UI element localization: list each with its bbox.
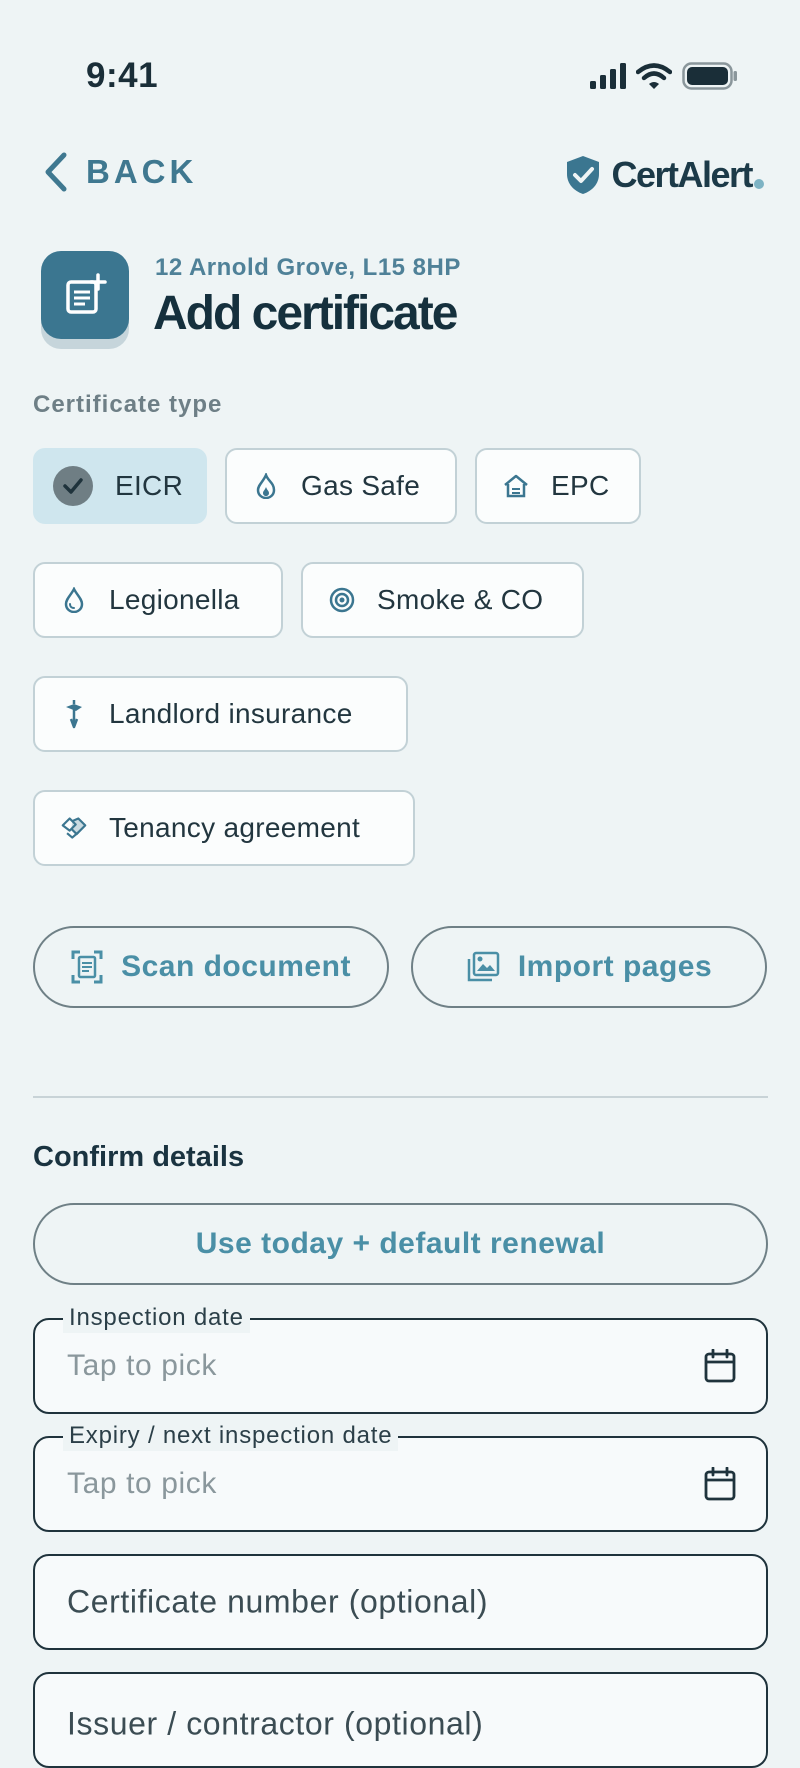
chip-landlord-insurance[interactable]: Landlord insurance	[33, 676, 408, 752]
issuer-field[interactable]: Issuer / contractor (optional)	[33, 1672, 768, 1768]
chip-label: Legionella	[109, 584, 240, 615]
import-pages-label: Import pages	[517, 950, 713, 983]
inspection-date-placeholder: Tap to pick	[67, 1349, 218, 1382]
signal-icon	[590, 63, 626, 89]
back-button[interactable]: BACK	[44, 152, 197, 192]
calendar-icon[interactable]	[704, 1467, 736, 1501]
handshake-icon	[61, 815, 87, 841]
expiry-date-placeholder: Tap to pick	[67, 1467, 218, 1500]
certificate-number-field[interactable]: Certificate number (optional)	[33, 1554, 768, 1650]
expiry-date-field[interactable]: Expiry / next inspection date Tap to pic…	[33, 1421, 768, 1532]
chip-label: Landlord insurance	[109, 698, 353, 729]
calendar-icon[interactable]	[704, 1349, 736, 1383]
add-document-icon	[41, 251, 129, 339]
house-icon	[503, 473, 529, 499]
umbrella-icon	[61, 700, 87, 729]
brand-logo: CertAlert	[565, 154, 764, 196]
alarm-icon	[329, 587, 355, 613]
chip-label: Smoke & CO	[377, 584, 544, 615]
page-title: Add certificate	[153, 287, 458, 340]
gallery-icon	[467, 951, 500, 982]
chip-eicr[interactable]: EICR	[33, 448, 207, 524]
status-icons	[590, 62, 738, 90]
chip-label: EPC	[551, 470, 610, 501]
flame-icon	[253, 473, 279, 499]
chevron-left-icon	[45, 152, 67, 192]
chip-epc[interactable]: EPC	[475, 448, 641, 524]
wifi-icon	[636, 63, 672, 89]
scan-document-button[interactable]: Scan document	[33, 926, 389, 1008]
scan-icon	[71, 950, 103, 984]
issuer-placeholder: Issuer / contractor (optional)	[67, 1705, 484, 1742]
section-divider	[33, 1096, 768, 1098]
droplet-icon	[61, 587, 87, 613]
battery-icon	[682, 62, 737, 90]
certificate-type-label: Certificate type	[33, 391, 223, 418]
import-pages-button[interactable]: Import pages	[411, 926, 767, 1008]
inspection-date-label: Inspection date	[63, 1303, 250, 1333]
chip-label: Gas Safe	[301, 470, 421, 501]
inspection-date-field[interactable]: Inspection date Tap to pick	[33, 1303, 768, 1414]
status-time: 9:41	[86, 56, 159, 95]
certificate-number-placeholder: Certificate number (optional)	[67, 1583, 489, 1620]
check-icon	[53, 466, 93, 506]
chip-legionella[interactable]: Legionella	[33, 562, 283, 638]
brand-dot	[754, 179, 764, 189]
confirm-details-heading: Confirm details	[33, 1141, 245, 1173]
expiry-date-label: Expiry / next inspection date	[63, 1421, 399, 1451]
chip-smoke-co[interactable]: Smoke & CO	[301, 562, 584, 638]
property-address: 12 Arnold Grove, L15 8HP	[155, 254, 461, 281]
chip-label: EICR	[115, 470, 184, 501]
shield-check-icon	[567, 156, 600, 194]
back-label: BACK	[86, 153, 198, 190]
chip-gas-safe[interactable]: Gas Safe	[225, 448, 457, 524]
use-default-renewal-button[interactable]: Use today + default renewal	[33, 1203, 768, 1285]
brand-name: CertAlert	[611, 154, 753, 195]
chip-label: Tenancy agreement	[109, 812, 361, 843]
scan-document-label: Scan document	[121, 950, 351, 983]
chip-tenancy-agreement[interactable]: Tenancy agreement	[33, 790, 415, 866]
